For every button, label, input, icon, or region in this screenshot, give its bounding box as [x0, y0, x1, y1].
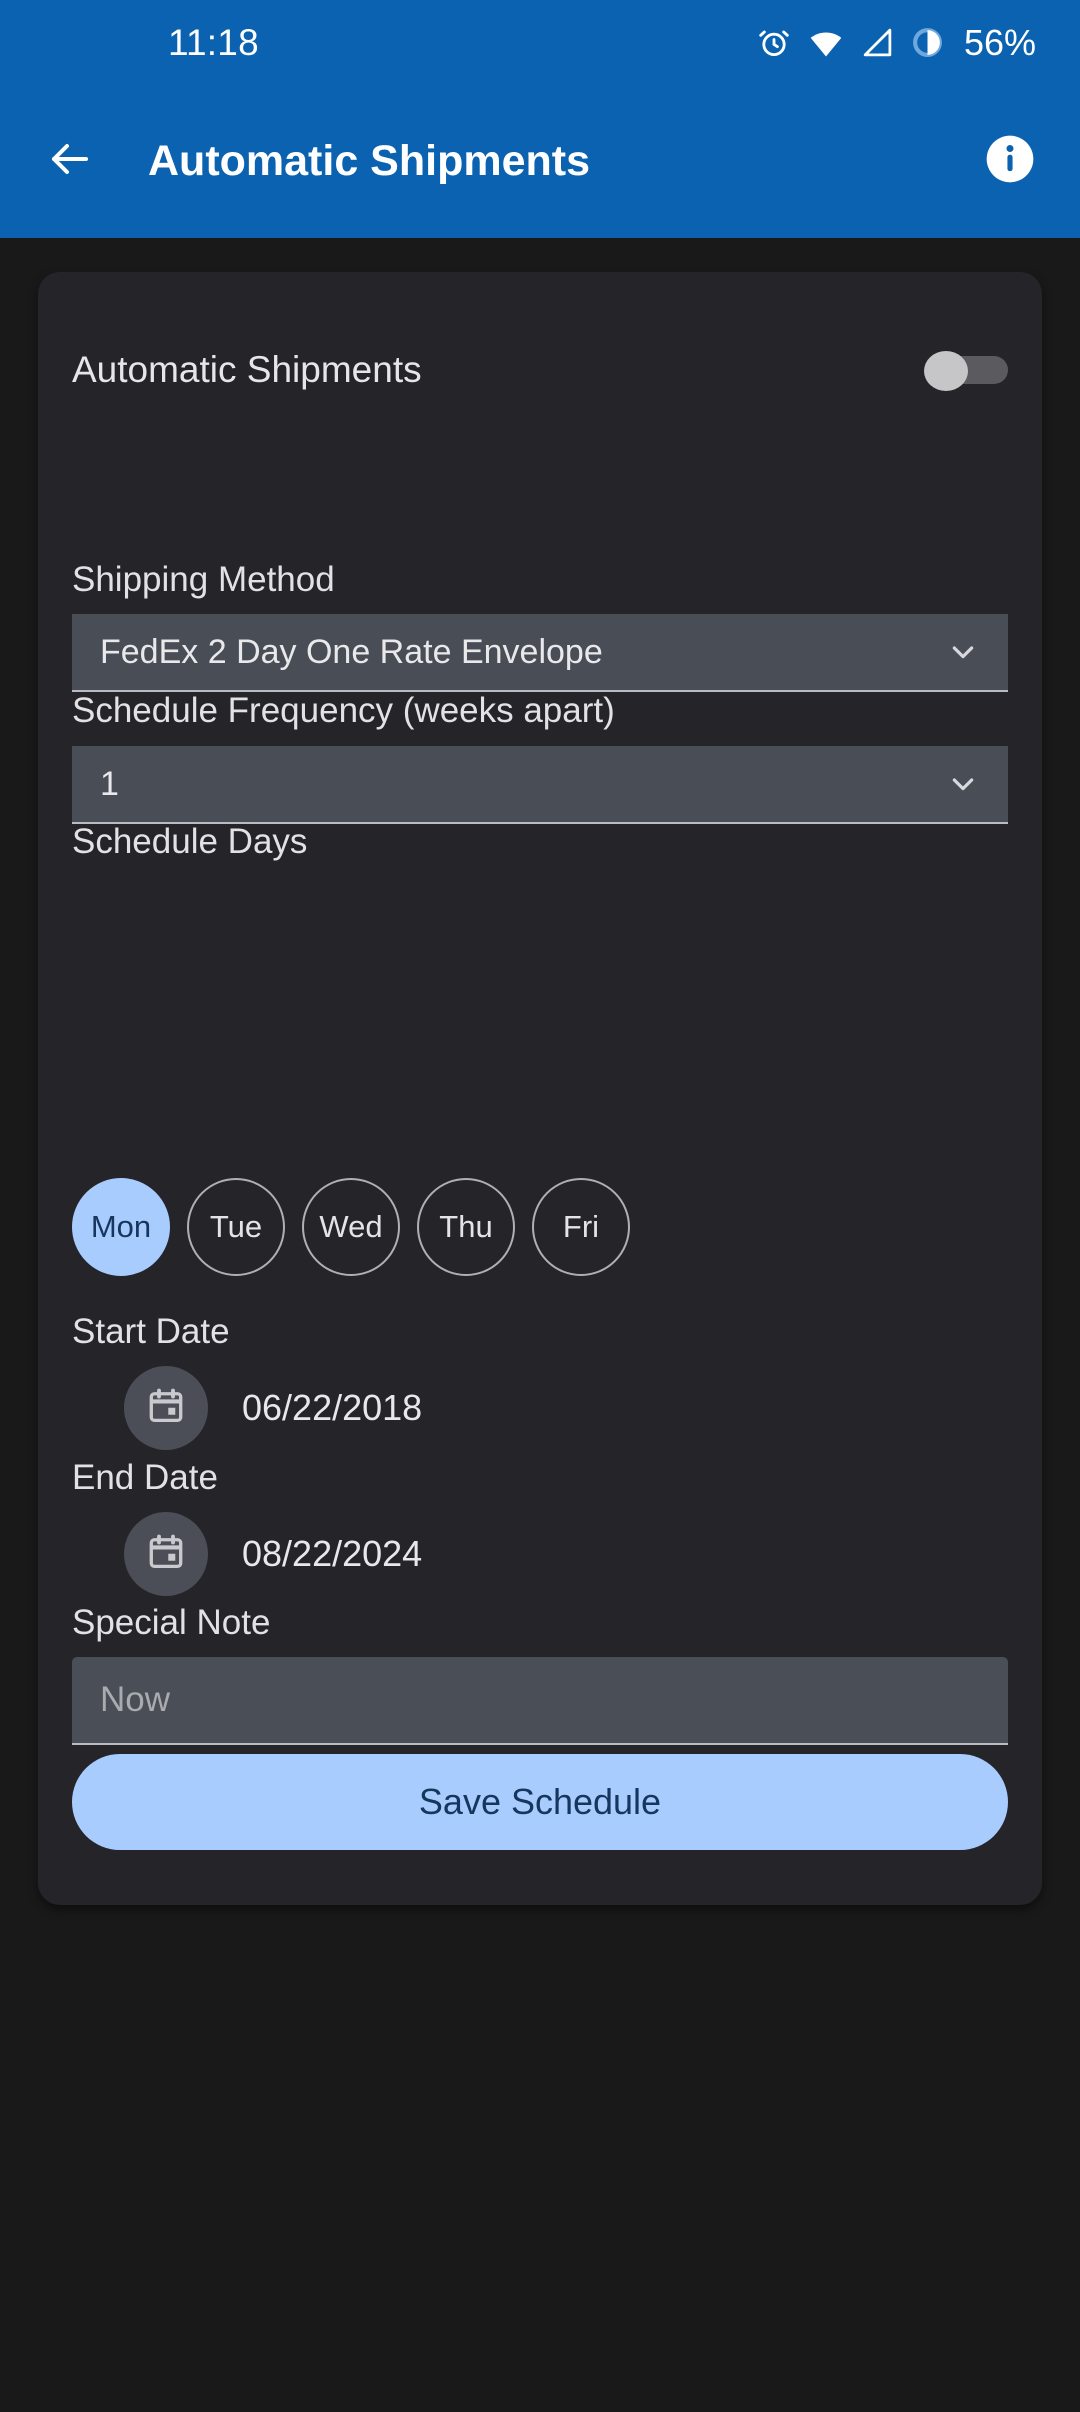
chevron-down-icon [946, 635, 980, 669]
status-bar: 11:18 56% [0, 0, 1080, 85]
end-date-value[interactable]: 08/22/2024 [242, 1533, 422, 1575]
special-note-input[interactable]: Now [72, 1657, 1008, 1745]
status-bar-clock: 11:18 [168, 21, 259, 63]
wifi-icon [808, 26, 844, 60]
start-date-row: 06/22/2018 [72, 1366, 422, 1450]
end-date-label: End Date [72, 1458, 218, 1497]
shipping-method-label: Shipping Method [72, 560, 335, 599]
day-chip-fri[interactable]: Fri [532, 1178, 630, 1276]
chevron-down-icon [946, 767, 980, 801]
switch-thumb [924, 351, 968, 391]
schedule-days-row: Mon Tue Wed Thu Fri [72, 1178, 647, 1276]
alarm-icon [757, 26, 791, 60]
schedule-days-label: Schedule Days [72, 822, 308, 861]
start-date-value[interactable]: 06/22/2018 [242, 1387, 422, 1429]
back-button[interactable] [34, 126, 106, 198]
calendar-icon [145, 1531, 187, 1578]
day-chip-label: Thu [439, 1209, 493, 1244]
automatic-shipments-card: Automatic Shipments Shipping Method FedE… [38, 272, 1042, 1905]
schedule-frequency-value: 1 [100, 764, 119, 803]
automatic-shipments-switch[interactable] [924, 351, 1008, 391]
arrow-left-icon [46, 135, 94, 188]
end-date-row: 08/22/2024 [72, 1512, 422, 1596]
calendar-icon [145, 1385, 187, 1432]
phone-screen: 11:18 56% Automatic Shipments Automatic … [0, 0, 1080, 2412]
day-chip-thu[interactable]: Thu [417, 1178, 515, 1276]
start-date-label: Start Date [72, 1312, 230, 1351]
day-chip-mon[interactable]: Mon [72, 1178, 170, 1276]
info-button[interactable] [976, 128, 1044, 196]
day-chip-wed[interactable]: Wed [302, 1178, 400, 1276]
day-chip-tue[interactable]: Tue [187, 1178, 285, 1276]
page-title: Automatic Shipments [148, 137, 590, 185]
shipping-method-select[interactable]: FedEx 2 Day One Rate Envelope [72, 614, 1008, 692]
battery-icon [911, 26, 944, 59]
start-date-picker-button[interactable] [124, 1366, 208, 1450]
automatic-shipments-toggle-label: Automatic Shipments [72, 349, 422, 390]
schedule-frequency-label: Schedule Frequency (weeks apart) [72, 691, 615, 730]
day-chip-label: Mon [90, 1209, 152, 1244]
schedule-frequency-select[interactable]: 1 [72, 746, 1008, 824]
special-note-label: Special Note [72, 1603, 271, 1642]
save-schedule-button[interactable]: Save Schedule [72, 1754, 1008, 1850]
battery-percent-label: 56% [963, 21, 1036, 63]
app-bar: Automatic Shipments [0, 85, 1080, 238]
special-note-placeholder: Now [100, 1680, 171, 1719]
info-icon [982, 131, 1038, 192]
day-chip-label: Tue [209, 1209, 263, 1244]
end-date-picker-button[interactable] [124, 1512, 208, 1596]
status-bar-icons: 56% [757, 22, 1036, 64]
automatic-shipments-toggle-row: Automatic Shipments [72, 326, 1008, 414]
day-chip-label: Fri [562, 1209, 600, 1244]
day-chip-label: Wed [319, 1209, 383, 1244]
signal-icon [861, 26, 894, 59]
shipping-method-value: FedEx 2 Day One Rate Envelope [100, 632, 603, 671]
